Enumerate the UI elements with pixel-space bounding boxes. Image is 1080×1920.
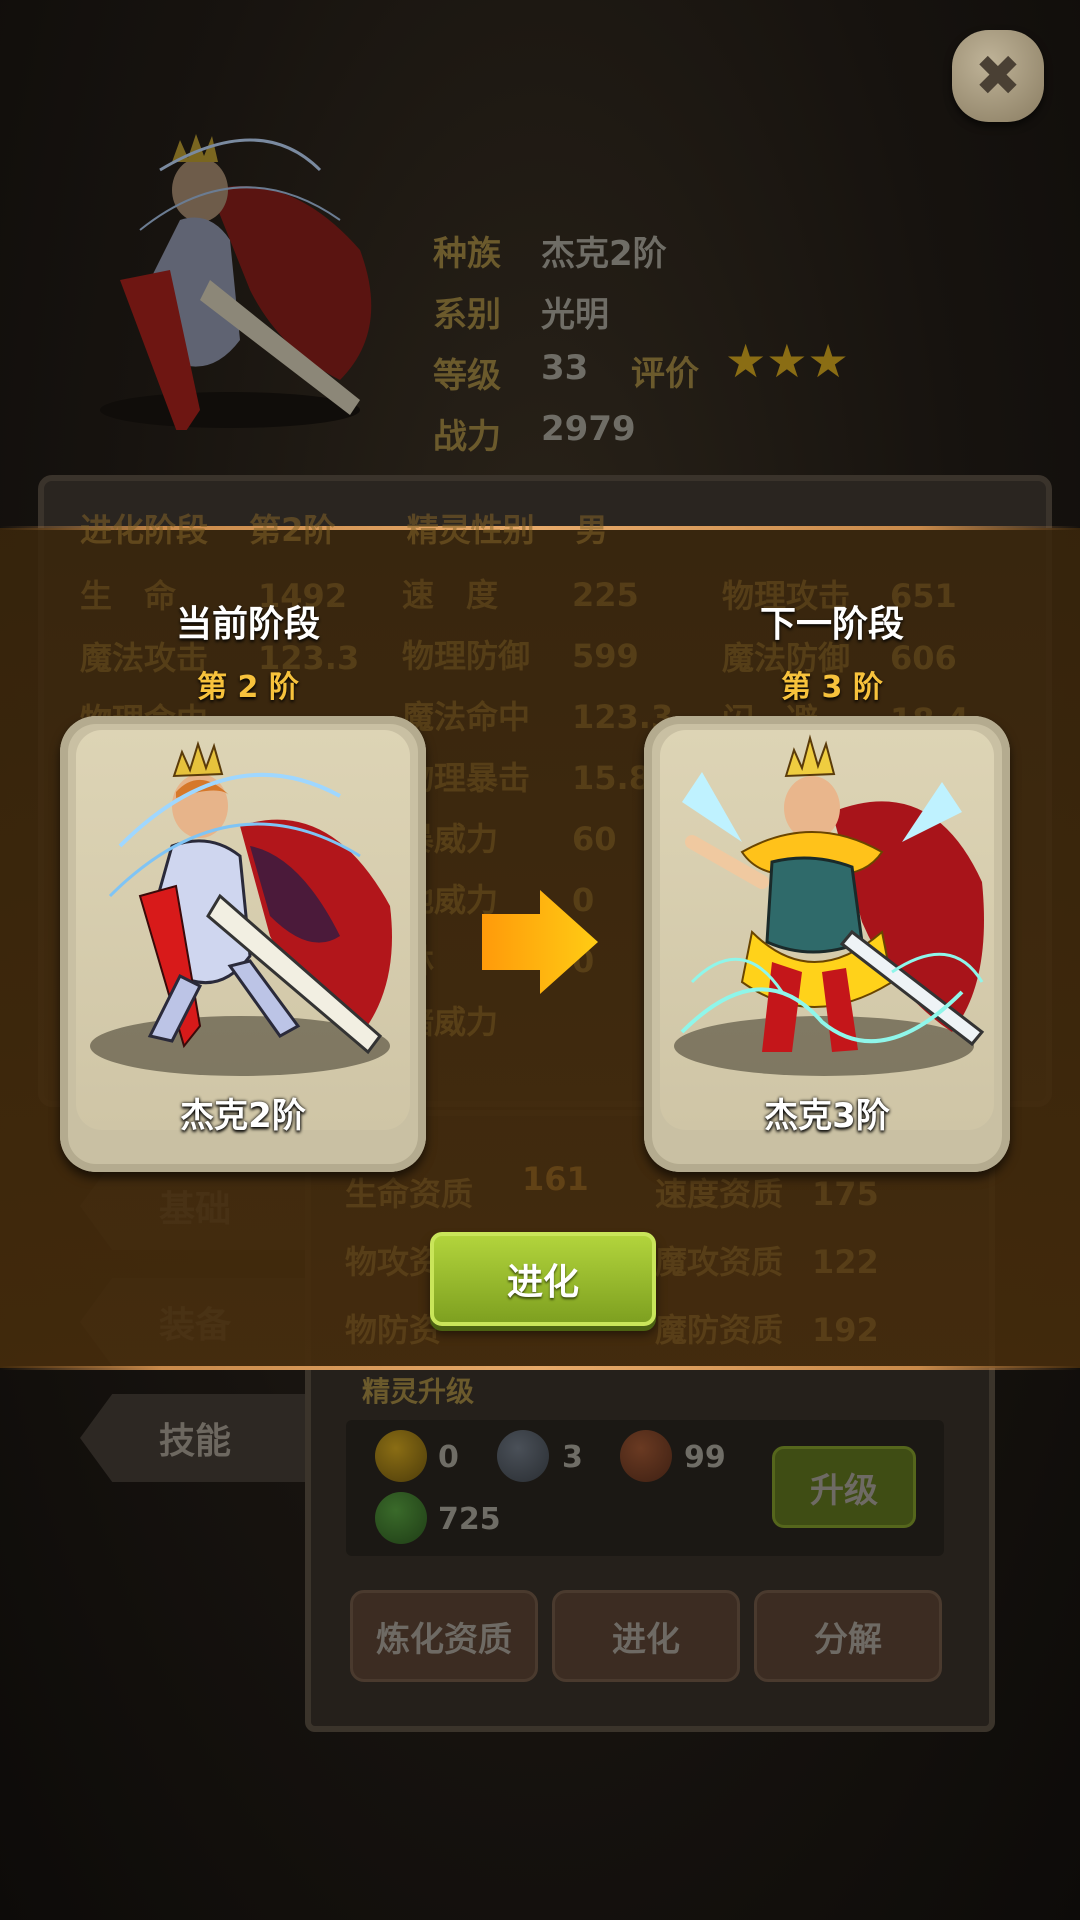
race-value: 杰克2阶 (541, 234, 667, 274)
upgrade-button[interactable]: 升级 (772, 1446, 916, 1528)
rating-label: 评价 (631, 354, 699, 394)
gold-count: 0 (438, 1440, 459, 1475)
aptitude-ghost-right-values: 175 122 192 (812, 1160, 879, 1364)
character-jack-stage3-image (680, 734, 985, 1052)
arrow-right-icon (482, 890, 598, 994)
bronze-crown-icon (620, 1430, 672, 1482)
evolve-button-label: 进化 (506, 1262, 579, 1303)
tab-label: 技能 (158, 1421, 231, 1462)
decompose-button[interactable]: 分解 (754, 1590, 942, 1682)
stage-info-ghost: 进化阶段 第2阶 精灵性别 男 (80, 505, 608, 551)
aptitude-label: 魔防资质 (655, 1311, 784, 1349)
level-value: 33 (541, 348, 589, 388)
clover-icon (375, 1492, 427, 1544)
close-icon: ✖ (974, 43, 1022, 109)
upgrade-button-label: 升级 (810, 1470, 878, 1511)
gender-label: 精灵性别 (406, 511, 535, 549)
current-stage-number: 第 2 阶 (197, 670, 299, 705)
close-button[interactable]: ✖ (952, 30, 1044, 122)
next-stage-name: 杰克3阶 (764, 1096, 890, 1136)
race-label: 种族 (433, 234, 501, 274)
current-stage-card: 杰克2阶 (60, 716, 426, 1172)
silver-crown-icon (497, 1430, 549, 1482)
evolve-stage-label: 进化阶段 (80, 511, 209, 549)
rating-stars: ★★★ (725, 334, 849, 388)
upgrade-title: 精灵升级 (362, 1375, 475, 1408)
evolve-stage-value: 第2阶 (249, 511, 336, 549)
aptitude-label: 魔攻资质 (655, 1243, 784, 1281)
power-value: 2979 (541, 409, 636, 449)
aptitude-ghost-right: 速度资质 魔攻资质 魔防资质 (655, 1160, 783, 1364)
aptitude-value: 122 (812, 1243, 879, 1281)
character-jack-stage2-image (108, 740, 392, 1055)
bronze-count: 99 (684, 1440, 726, 1475)
aptitude-life-value: 161 (522, 1160, 589, 1198)
gold-crown-icon (375, 1430, 427, 1482)
current-stage-title: 当前阶段 (175, 604, 320, 645)
button-label: 分解 (814, 1619, 882, 1660)
evolve-button[interactable]: 进化 (430, 1232, 656, 1326)
tab-skills[interactable]: 技能 (80, 1394, 310, 1482)
aptitude-value: 192 (812, 1311, 879, 1349)
button-label: 进化 (612, 1619, 680, 1660)
silver-count: 3 (562, 1440, 583, 1475)
type-label: 系别 (433, 295, 501, 335)
star-icon: ★ (807, 334, 849, 388)
star-icon: ★ (766, 334, 808, 388)
band-bottom-border (0, 1366, 1080, 1370)
clover-count: 725 (438, 1502, 501, 1537)
star-icon: ★ (725, 334, 767, 388)
level-label: 等级 (433, 356, 501, 396)
evolve-button-bg[interactable]: 进化 (552, 1590, 740, 1682)
current-stage-name: 杰克2阶 (180, 1096, 306, 1136)
gender-value: 男 (575, 511, 608, 549)
power-label: 战力 (433, 417, 501, 457)
refine-aptitude-button[interactable]: 炼化资质 (350, 1590, 538, 1682)
button-label: 炼化资质 (376, 1619, 512, 1660)
next-stage-number: 第 3 阶 (781, 670, 883, 705)
character-portrait-top (100, 134, 372, 430)
next-stage-card: 杰克3阶 (644, 716, 1010, 1172)
next-stage-title: 下一阶段 (759, 604, 904, 645)
type-value: 光明 (541, 295, 609, 335)
